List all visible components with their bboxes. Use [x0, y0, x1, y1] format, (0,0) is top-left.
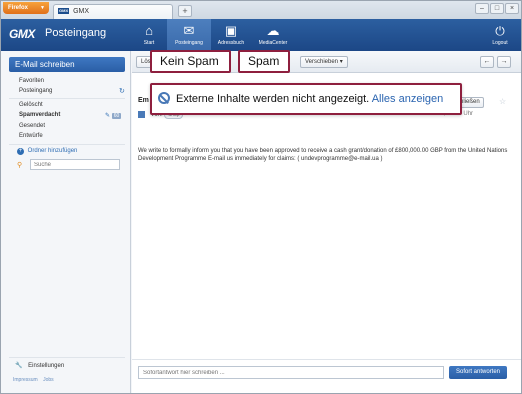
minimize-icon[interactable]: – [475, 3, 489, 14]
page-title: Posteingang [45, 27, 107, 39]
next-mail-button[interactable]: → [497, 56, 511, 68]
gmx-logo: GMX [9, 27, 35, 41]
sender-contact-icon [138, 111, 145, 118]
mail-icon: ✉ [183, 23, 195, 38]
blocked-icon [158, 92, 170, 105]
cloud-icon: ☁ [266, 23, 280, 38]
add-folder-label: Ordner hinzufügen [27, 148, 78, 154]
logout-label: Logout [492, 40, 508, 46]
chevron-down-icon: ▾ [339, 59, 343, 65]
nav-posteingang-label: Posteingang [175, 40, 203, 46]
nav-posteingang[interactable]: ✉ Posteingang [167, 19, 211, 51]
sidebar-item-favoriten[interactable]: Favoriten [19, 78, 44, 84]
refresh-icon[interactable]: ↻ [119, 87, 125, 95]
not-spam-button[interactable]: Kein Spam [150, 50, 231, 73]
app-header: GMX Posteingang ⌂ Start ✉ Posteingang ▣ … [1, 19, 521, 51]
power-icon: ⏻ [495, 24, 505, 38]
move-button-label: Verschieben [305, 59, 339, 65]
firefox-menu-button[interactable]: Firefox ▼ [3, 2, 49, 14]
impressum-link[interactable]: Impressum [13, 377, 38, 383]
notice-text: Externe Inhalte werden nicht angezeigt. [176, 93, 370, 105]
quick-reply-button[interactable]: Sofort antworten [449, 366, 507, 379]
footer-links: Impressum Jobs [13, 377, 58, 383]
sidebar-item-posteingang[interactable]: Posteingang [19, 88, 52, 94]
settings-link[interactable]: 🔧 Einstellungen [15, 362, 64, 369]
sidebar-item-gesendet[interactable]: Gesendet [19, 123, 45, 129]
sidebar-divider [9, 98, 125, 99]
firefox-menu-label: Firefox [8, 5, 29, 11]
sidebar: E-Mail schreiben Favoriten Posteingang ↻… [1, 51, 131, 393]
mail-subject: Em [138, 97, 149, 104]
logout-button[interactable]: ⏻ Logout [487, 19, 513, 51]
previous-mail-button[interactable]: ← [480, 56, 494, 68]
search-input[interactable] [30, 159, 120, 170]
search-icon: ⚲ [17, 162, 23, 169]
nav-mediacenter-label: MediaCenter [258, 40, 288, 46]
sidebar-divider [9, 357, 125, 358]
browser-tabstrip: Firefox ▼ GMX GMX + – □ × [1, 1, 521, 19]
broom-icon[interactable]: ✎ [105, 113, 110, 119]
add-folder-link[interactable]: + Ordner hinzufügen [17, 148, 77, 155]
jobs-link[interactable]: Jobs [43, 377, 54, 383]
wrench-icon: 🔧 [15, 363, 23, 369]
spam-folder-actions: ✎ 60 [105, 112, 122, 119]
nav-adressbuch-label: Adressbuch [217, 40, 245, 46]
maximize-icon[interactable]: □ [490, 3, 504, 14]
settings-label: Einstellungen [28, 363, 65, 369]
nav-start[interactable]: ⌂ Start [129, 19, 169, 51]
plus-icon: + [17, 148, 24, 155]
home-icon: ⌂ [145, 23, 153, 38]
new-tab-button[interactable]: + [178, 5, 192, 17]
mail-body: We write to formally inform you that you… [138, 148, 508, 162]
contacts-icon: ▣ [224, 23, 238, 38]
chevron-down-icon: ▼ [40, 5, 45, 11]
sidebar-divider [9, 144, 125, 145]
nav-adressbuch[interactable]: ▣ Adressbuch [211, 19, 251, 51]
show-all-link[interactable]: Alles anzeigen [372, 93, 444, 105]
browser-window: Firefox ▼ GMX GMX + – □ × GMX Posteingan… [0, 0, 522, 394]
nav-start-label: Start [143, 40, 155, 46]
browser-tab[interactable]: GMX GMX [53, 4, 173, 19]
star-icon[interactable]: ☆ [499, 97, 506, 106]
sidebar-item-spamverdacht[interactable]: Spamverdacht [19, 112, 60, 118]
quick-reply-input[interactable] [138, 366, 444, 379]
compose-button[interactable]: E-Mail schreiben [9, 57, 125, 72]
reply-divider [132, 359, 521, 360]
sidebar-item-entwuerfe[interactable]: Entwürfe [19, 133, 43, 139]
browser-tab-title: GMX [73, 8, 90, 15]
gmx-favicon-icon: GMX [58, 8, 70, 15]
close-icon[interactable]: × [505, 3, 519, 14]
move-button[interactable]: Verschieben ▾ [300, 56, 348, 68]
external-content-notice: Externe Inhalte werden nicht angezeigt. … [150, 83, 462, 115]
spam-count-badge: 60 [111, 113, 122, 119]
sidebar-item-geloescht[interactable]: Gelöscht [19, 102, 43, 108]
spam-button[interactable]: Spam [238, 50, 290, 73]
nav-mediacenter[interactable]: ☁ MediaCenter [253, 19, 293, 51]
